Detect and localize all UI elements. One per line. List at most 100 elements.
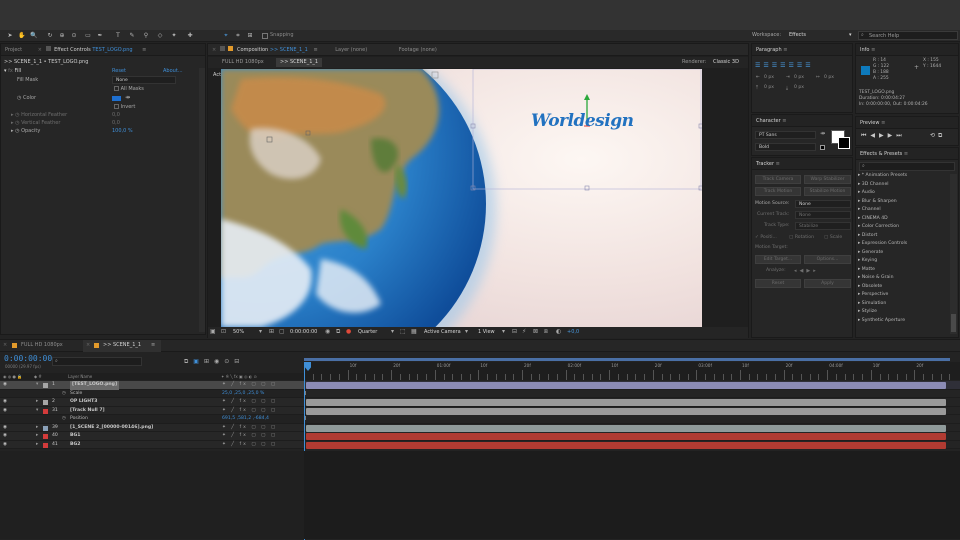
clone-stamp-tool-icon[interactable]: ⚲ [142, 31, 150, 40]
chevron-down-icon[interactable]: ▾ [391, 328, 394, 335]
world-axis-mode-icon[interactable]: ⌗ [234, 31, 242, 40]
opacity-value[interactable]: 100,0 % [112, 127, 133, 135]
visibility-eye-icon[interactable]: ◉ [3, 398, 7, 407]
show-snapshot-icon[interactable]: ⧉ [336, 328, 340, 336]
region-of-interest-icon[interactable]: ⬚ [400, 328, 406, 335]
effects-category[interactable]: ▸ Perspective [858, 291, 888, 300]
panel-menu-icon[interactable]: ≡ [776, 161, 780, 167]
scrollbar-thumb[interactable] [951, 314, 956, 332]
reset-link[interactable]: Reset [112, 67, 126, 75]
label-color-swatch[interactable] [43, 408, 48, 414]
label-color-swatch[interactable] [43, 425, 48, 431]
flowchart-icon[interactable]: ⧈ [544, 328, 548, 336]
layer-duration-bar[interactable] [306, 424, 946, 432]
options-button[interactable]: Options... [804, 255, 851, 264]
layer-switches[interactable]: ✦ ╱ fx ▢ ▢ ▢ [222, 424, 277, 433]
effects-category[interactable]: ▸ Channel [858, 206, 881, 215]
stopwatch-icon[interactable]: ◷ [62, 415, 66, 424]
analyze-controls[interactable]: ◂◀▶▸ [794, 267, 819, 275]
breadcrumb-full-hd[interactable]: FULL HD 1080px [222, 59, 264, 65]
view-axis-mode-icon[interactable]: ⊞ [246, 31, 254, 40]
zoom-tool-icon[interactable]: 🔍 [30, 31, 38, 40]
mask-visibility-icon[interactable]: ▢ [279, 328, 285, 335]
layer-name[interactable]: OP LIGHT3 [70, 398, 97, 407]
effects-category[interactable]: ▸ Noise & Grain [858, 274, 893, 283]
effects-category[interactable]: ▸ Simulation [858, 300, 886, 309]
magnification-icon[interactable]: ⊡ [221, 328, 226, 335]
about-link[interactable]: About... [163, 67, 183, 75]
property-row[interactable]: ◷ Position 691,5 ,581,2 ,-684,4 [0, 415, 304, 424]
tab-composition[interactable]: Composition [237, 47, 268, 53]
visibility-eye-icon[interactable]: ◉ [3, 432, 7, 441]
effect-fill-header[interactable]: ▾ fx Fill [4, 67, 21, 75]
snapshot-icon[interactable]: ◉ [325, 328, 330, 335]
stroke-color-swatch[interactable] [838, 137, 850, 149]
track-camera-button[interactable]: Track Camera [755, 175, 801, 184]
layer-duration-bar[interactable] [306, 399, 946, 406]
motion-source-dropdown[interactable]: None [795, 200, 851, 208]
magnification-dropdown[interactable]: 50% [233, 329, 244, 335]
warp-stabilizer-button[interactable]: Warp Stabilizer [804, 175, 851, 184]
all-masks-checkbox[interactable]: All Masks [114, 85, 144, 93]
layer-name-header[interactable]: Layer Name [68, 373, 92, 380]
channel-icon[interactable]: ● [346, 328, 351, 335]
alignment-buttons[interactable]: ☰☰☰☰☰☰☰ [755, 62, 814, 69]
snapping-checkbox[interactable] [262, 33, 268, 39]
edit-target-button[interactable]: Edit Target... [755, 255, 801, 264]
track-type-dropdown[interactable]: Stabilize [795, 222, 851, 230]
scrollbar[interactable] [199, 68, 205, 332]
effects-category[interactable]: ▸ Keying [858, 257, 877, 266]
effects-category[interactable]: ▸ 3D Channel [858, 181, 889, 190]
chevron-down-icon[interactable]: ▾ [259, 328, 262, 335]
pan-behind-tool-icon[interactable]: ⊙ [70, 31, 78, 40]
renderer-value[interactable]: Classic 3D [713, 59, 739, 65]
tab-effect-controls[interactable]: Effect Controls [54, 47, 91, 53]
chevron-down-icon[interactable]: ▾ [849, 32, 852, 38]
space-after-value[interactable]: 0 px [794, 85, 804, 90]
layer-duration-bar[interactable] [306, 433, 946, 440]
expand-arrow-icon[interactable]: ▸ [36, 432, 38, 441]
expand-arrow-icon[interactable]: ▾ [36, 407, 38, 416]
view-layout-dropdown[interactable]: 1 View [478, 329, 495, 335]
position-checkbox[interactable]: ✓ Positi... [755, 234, 777, 242]
horizontal-feather-row[interactable]: ▸ ◷ Horizontal Feather [11, 111, 67, 119]
layer-duration-bar[interactable] [306, 382, 946, 389]
panel-menu-icon[interactable]: ≡ [142, 47, 146, 53]
layer-duration-bar[interactable] [306, 441, 946, 449]
invert-checkbox[interactable]: Invert [114, 103, 135, 111]
type-tool-icon[interactable]: T [114, 31, 122, 40]
preview-controls[interactable]: ⏮◀▶▶⏭ [861, 132, 906, 140]
eyedropper-icon[interactable]: ⇸ [125, 94, 130, 101]
label-color-swatch[interactable] [43, 383, 48, 388]
expand-arrow-icon[interactable]: ▸ [36, 398, 38, 407]
lock-icon[interactable] [45, 46, 51, 51]
workspace-dropdown[interactable]: Effects [789, 32, 806, 38]
fast-previews-icon[interactable]: ⚡ [522, 328, 526, 335]
panel-menu-icon[interactable]: ≡ [871, 47, 875, 53]
indent-left-value[interactable]: 0 px [764, 75, 774, 80]
roto-brush-tool-icon[interactable]: ✦ [170, 31, 178, 40]
breadcrumb-scene[interactable]: >> SCENE_1_1 [276, 58, 323, 67]
timeline-current-time[interactable]: 0:00:00:00 [4, 354, 52, 363]
layer-row[interactable]: ◉ ▸ 39 [1_SCENE 2_[00000-00146].png] ✦ ╱ fx … [0, 423, 304, 433]
label-color-swatch[interactable] [43, 434, 48, 439]
panel-menu-icon[interactable]: ≡ [783, 47, 787, 53]
timeline-switches[interactable]: ⧉▣⊞◉⊙⊟ [184, 358, 244, 366]
layer-switches[interactable]: ✦ ╱ fx ▢ ▢ ▢ [222, 432, 277, 441]
effects-category[interactable]: ▸ Stylize [858, 308, 877, 317]
tab-layer[interactable]: Layer (none) [335, 47, 367, 53]
effects-category[interactable]: ▸ Generate [858, 249, 883, 258]
layer-name[interactable]: [1_SCENE 2_[00000-00146].png] [70, 424, 153, 433]
loop-icon[interactable]: ⟲⧉ [930, 132, 945, 140]
rotate-tool-icon[interactable]: ↻ [46, 31, 54, 40]
close-icon[interactable]: × [212, 47, 216, 53]
current-time-display[interactable]: 0:00:00:00 [290, 329, 317, 335]
layer-row[interactable]: ◉ ▸ 2 OP LIGHT3 ✦ ╱ fx ▢ ▢ ▢ [0, 398, 304, 407]
layer-duration-bar[interactable] [306, 407, 946, 415]
effects-category[interactable]: ▸ Matte [858, 266, 875, 275]
expand-arrow-icon[interactable]: ▸ [36, 441, 38, 450]
layer-switches[interactable]: ✦ ╱ fx ▢ ▢ ▢ [222, 441, 277, 450]
always-preview-icon[interactable]: ▣ [210, 328, 216, 335]
keyframe-icon[interactable]: I [305, 416, 306, 422]
effects-category[interactable]: ▸ Obsolete [858, 283, 882, 292]
